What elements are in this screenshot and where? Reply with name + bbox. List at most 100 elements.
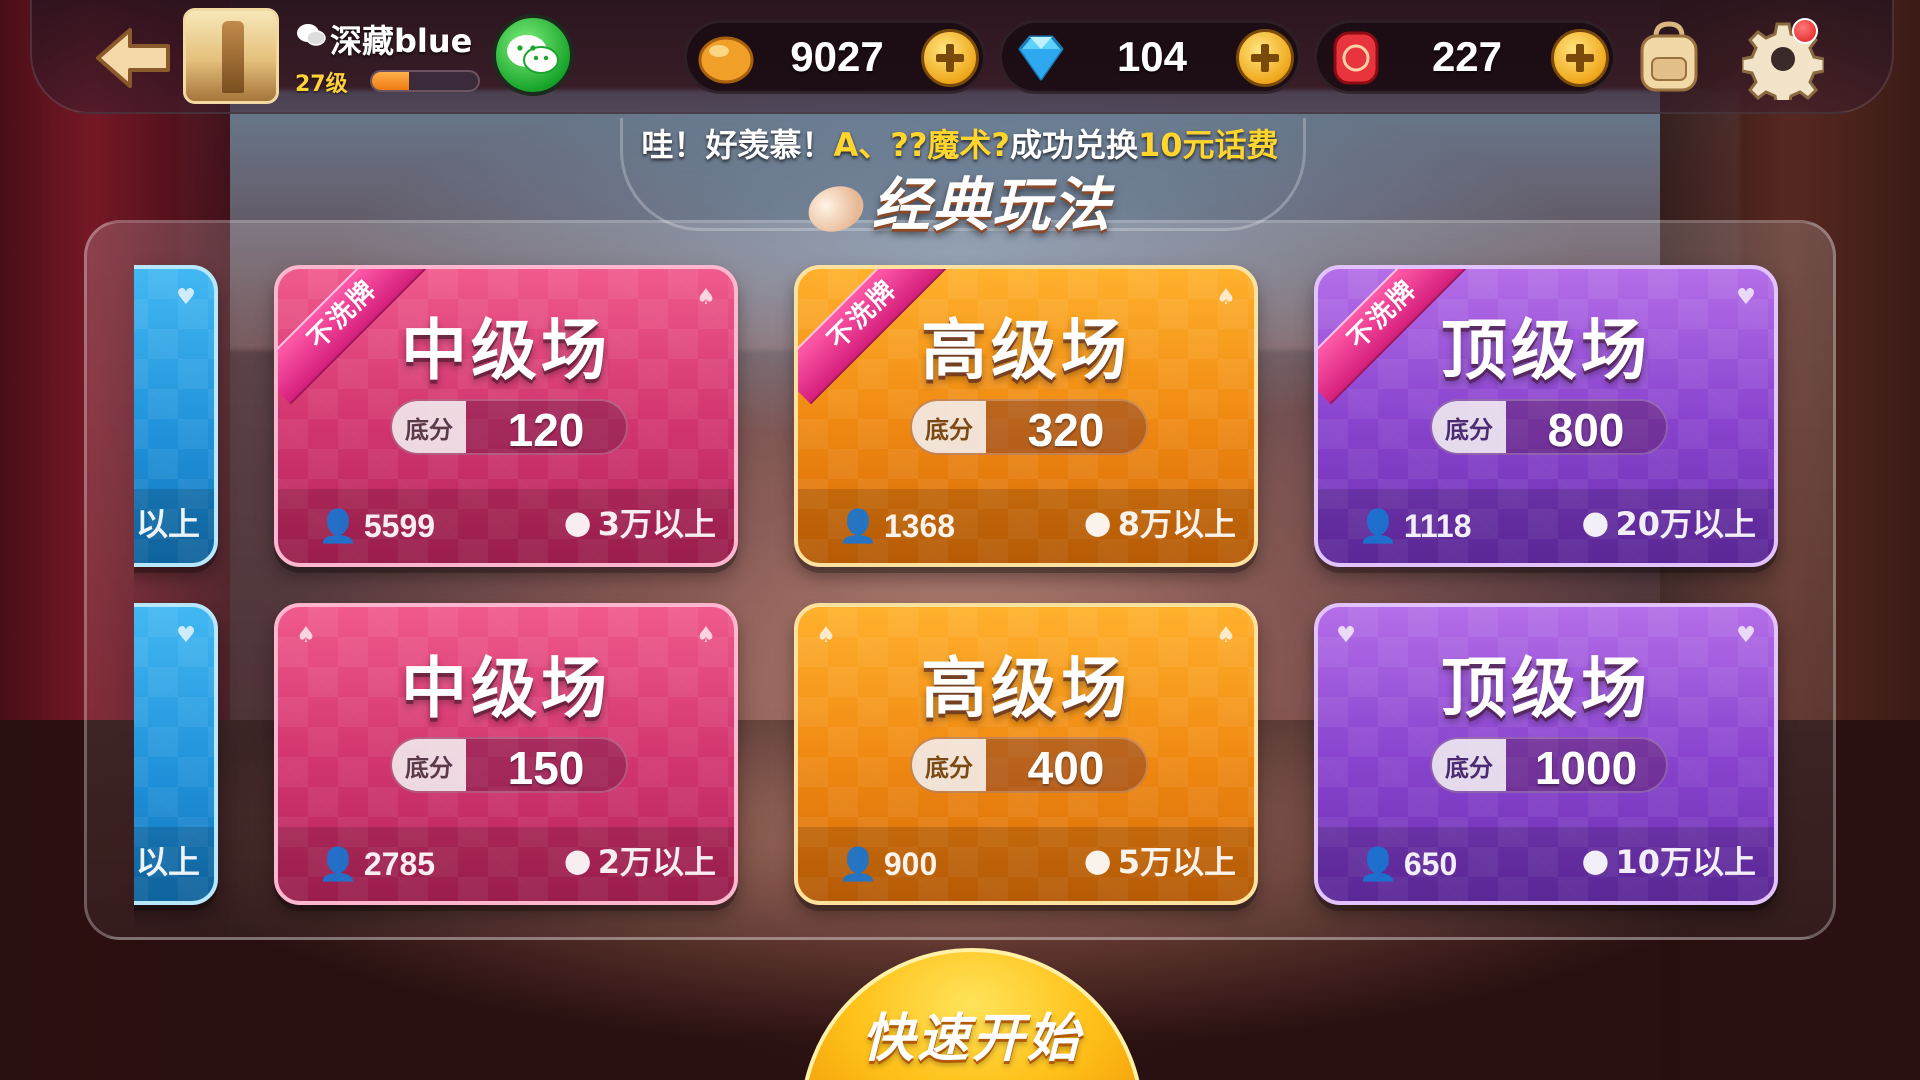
person-icon: 👤: [1358, 508, 1398, 544]
room-min-beans: ● 5万以上: [1084, 837, 1236, 883]
room-name: 顶级场: [1441, 650, 1651, 727]
bean-icon: ●: [1083, 841, 1112, 879]
base-score-pill: 底分 1000: [1430, 737, 1668, 793]
mode-title: 经典玩法: [0, 158, 1920, 242]
room-card-partial[interactable]: ♥ 以上: [134, 265, 218, 567]
username: 深藏blue: [330, 22, 473, 60]
game-lobby-screen: 深藏blue 27级 9027 104 227 哇！好羡慕！A、??魔术?成功兑…: [0, 0, 1920, 1080]
room-card-intermediate[interactable]: ♠ ♠ 中级场 底分 150 👤 2785 ● 2万以上: [274, 603, 738, 905]
online-players: 👤 1118: [1358, 507, 1472, 545]
room-min-beans-text: 8万以上: [1117, 505, 1236, 543]
person-icon: 👤: [318, 508, 358, 544]
bean-icon: ●: [1083, 503, 1112, 541]
lucky-token-balance: 227: [1314, 20, 1616, 94]
room-name: 中级场: [401, 650, 611, 727]
backpack-icon: [1640, 21, 1698, 92]
add-beans-button[interactable]: [921, 29, 979, 87]
bean-balance-value: 9027: [790, 33, 884, 80]
room-min-beans: ● 20万以上: [1582, 499, 1756, 545]
room-min-beans: ● 3万以上: [564, 499, 716, 545]
online-player-count: 900: [883, 845, 938, 882]
diamond-balance-value: 104: [1116, 33, 1188, 80]
heart-suit-icon: ♥: [176, 284, 196, 310]
add-lucky-tokens-button[interactable]: [1551, 29, 1609, 87]
no-shuffle-ribbon: 不洗牌: [1318, 269, 1468, 405]
bean-coin-icon: [695, 27, 757, 89]
backpack-button[interactable]: [1630, 18, 1708, 96]
room-card-top[interactable]: ♥ ♥ 顶级场 底分 1000 👤 650 ● 10万以上: [1314, 603, 1778, 905]
person-icon: 👤: [1358, 846, 1398, 882]
room-card-advanced[interactable]: ♠ ♠ 高级场 底分 400 👤 900 ● 5万以上: [794, 603, 1258, 905]
avatar-image: [222, 21, 244, 93]
person-icon: 👤: [838, 846, 878, 882]
room-min-beans-text: 10万以上: [1615, 843, 1756, 881]
avatar[interactable]: [183, 8, 279, 104]
base-score-value: 400: [1027, 742, 1105, 793]
online-players: 👤 2785: [318, 845, 435, 883]
no-shuffle-ribbon: 不洗牌: [278, 269, 428, 405]
room-min-beans: 以上: [135, 505, 200, 543]
room-min-beans-text: 5万以上: [1117, 843, 1236, 881]
base-score-label: 底分: [1432, 739, 1506, 791]
quick-start-label: 快速开始: [861, 1009, 1082, 1069]
base-score-value: 320: [1027, 404, 1105, 455]
wechat-icon: [507, 35, 559, 74]
diamond-icon: [1010, 27, 1072, 89]
notification-dot: [1792, 18, 1818, 44]
room-grid: ♥ 以上 ♠ 中级场 底分 120 👤 5599 ● 3万以上 不洗牌 ♠ 高级场 …: [134, 255, 1834, 935]
base-score-value: 150: [507, 742, 585, 793]
room-min-beans: 以上: [135, 843, 200, 881]
player-level: 27级: [295, 72, 348, 97]
online-player-count: 650: [1403, 845, 1458, 882]
experience-bar-fill: [372, 72, 410, 90]
add-diamonds-button[interactable]: [1236, 29, 1294, 87]
room-min-beans-text: 3万以上: [597, 505, 716, 543]
room-min-beans: ● 10万以上: [1582, 837, 1756, 883]
heart-suit-icon: ♥: [176, 622, 196, 648]
no-shuffle-ribbon: 不洗牌: [798, 269, 948, 405]
plus-icon: [1566, 44, 1594, 72]
wechat-small-icon: [296, 22, 326, 48]
online-players: 👤 5599: [318, 507, 435, 545]
diamond-balance: 104: [999, 20, 1301, 94]
base-score-pill: 底分 400: [910, 737, 1148, 793]
mode-title-text: 经典玩法: [871, 171, 1112, 239]
lucky-token-icon: [1325, 27, 1387, 89]
wechat-share-button[interactable]: [492, 14, 574, 96]
room-min-beans-text: 20万以上: [1615, 505, 1756, 543]
person-icon: 👤: [318, 846, 358, 882]
online-player-count: 5599: [363, 507, 436, 544]
bean-icon: [802, 178, 870, 240]
plus-icon: [936, 44, 964, 72]
base-score-value: 1000: [1534, 742, 1638, 793]
base-score-value: 800: [1547, 404, 1625, 455]
person-icon: 👤: [838, 508, 878, 544]
base-score-value: 120: [507, 404, 585, 455]
online-player-count: 1368: [883, 507, 956, 544]
base-score-label: 底分: [912, 739, 986, 791]
bean-icon: ●: [563, 841, 592, 879]
base-score-label: 底分: [392, 739, 466, 791]
room-card-intermediate[interactable]: ♠ 中级场 底分 120 👤 5599 ● 3万以上 不洗牌: [274, 265, 738, 567]
room-min-beans-text: 2万以上: [597, 843, 716, 881]
online-players: 👤 1368: [838, 507, 955, 545]
bean-balance: 9027: [684, 20, 986, 94]
back-arrow-icon[interactable]: [92, 26, 174, 90]
bean-icon: ●: [1581, 503, 1610, 541]
room-card-partial[interactable]: ♥ 以上: [134, 603, 218, 905]
lucky-token-balance-value: 227: [1431, 33, 1503, 80]
online-players: 👤 900: [838, 845, 937, 883]
online-players: 👤 650: [1358, 845, 1457, 883]
room-card-top[interactable]: ♥ 顶级场 底分 800 👤 1118 ● 20万以上 不洗牌: [1314, 265, 1778, 567]
online-player-count: 1118: [1403, 507, 1472, 544]
room-min-beans: ● 2万以上: [564, 837, 716, 883]
room-card-advanced[interactable]: ♠ 高级场 底分 320 👤 1368 ● 8万以上 不洗牌: [794, 265, 1258, 567]
experience-bar: [370, 70, 480, 92]
room-min-beans: ● 8万以上: [1084, 499, 1236, 545]
plus-icon: [1251, 44, 1279, 72]
bean-icon: ●: [1581, 841, 1610, 879]
base-score-pill: 底分 150: [390, 737, 628, 793]
bean-icon: ●: [563, 503, 592, 541]
online-player-count: 2785: [363, 845, 436, 882]
room-name: 高级场: [921, 650, 1131, 727]
